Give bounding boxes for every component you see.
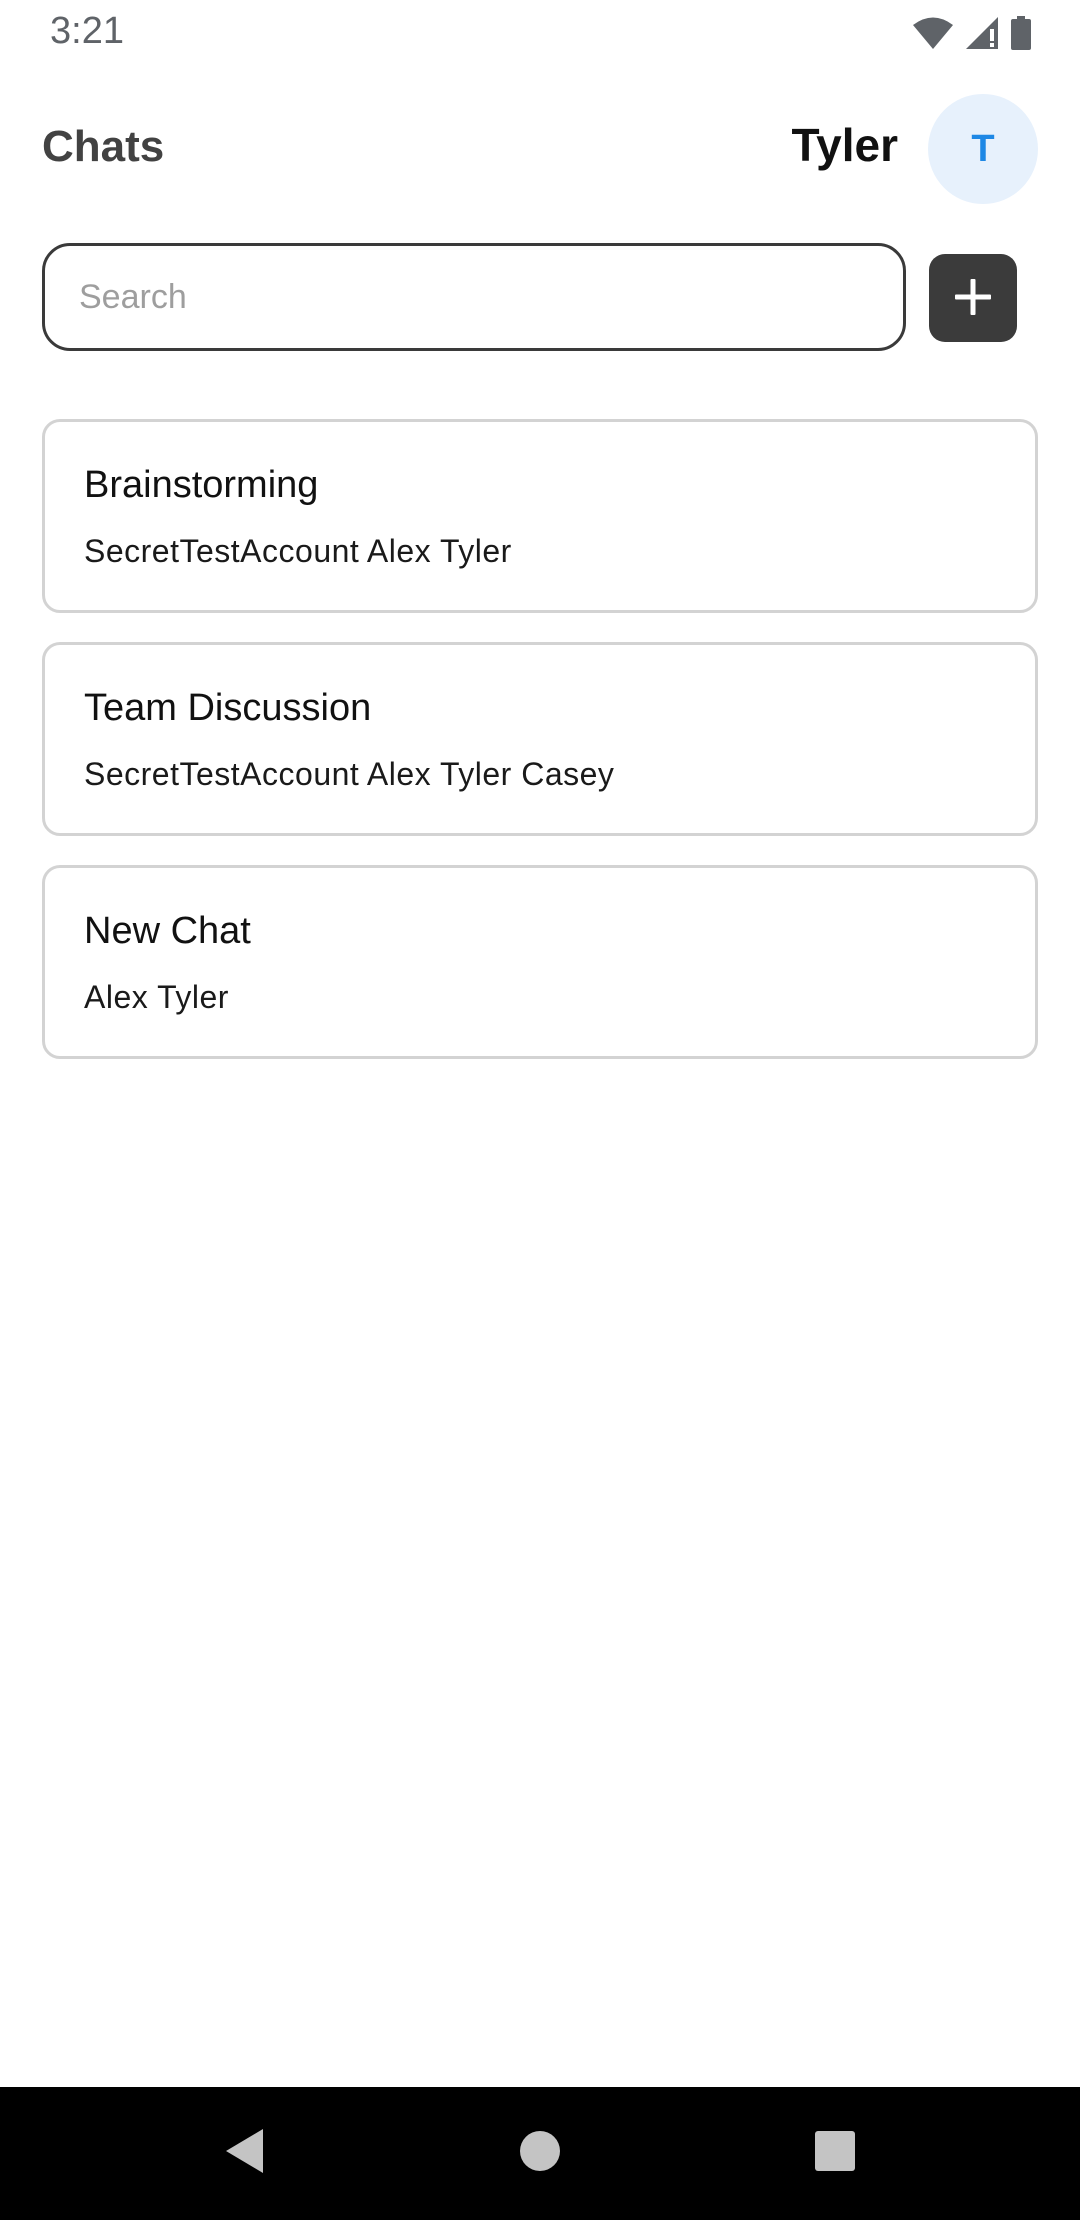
avatar-initial: T [971,127,995,170]
add-chat-button[interactable] [929,254,1017,342]
search-input[interactable] [42,243,906,351]
status-bar: 3:21 [0,0,1080,66]
avatar[interactable]: T [928,94,1038,204]
home-button[interactable] [470,2087,610,2220]
status-time: 3:21 [50,10,124,52]
battery-icon [1010,16,1032,50]
chat-item-new-chat[interactable]: New Chat Alex Tyler [42,865,1038,1059]
chats-screen: 3:21 Chats Tyler T Search Brainstorming … [0,0,1080,2220]
back-button[interactable] [175,2087,315,2220]
page-title: Chats [42,122,165,171]
header: Chats Tyler T [0,88,1080,208]
back-icon [223,2127,267,2180]
chat-title: Brainstorming [84,464,319,506]
search-row [0,243,1080,353]
chat-list: Brainstorming SecretTestAccount Alex Tyl… [42,419,1038,1059]
chat-item-brainstorming[interactable]: Brainstorming SecretTestAccount Alex Tyl… [42,419,1038,613]
chat-members: SecretTestAccount Alex Tyler Casey [84,756,615,792]
chat-members: SecretTestAccount Alex Tyler [84,533,512,569]
chat-title: New Chat [84,910,251,952]
chat-members: Alex Tyler [84,979,229,1015]
plus-icon [951,275,995,322]
status-icons [912,14,1032,52]
recents-button[interactable] [765,2087,905,2220]
chat-item-team-discussion[interactable]: Team Discussion SecretTestAccount Alex T… [42,642,1038,836]
recents-icon [814,2130,856,2177]
user-name: Tyler [791,119,898,171]
signal-icon [964,16,1000,50]
wifi-icon [912,16,954,50]
chat-title: Team Discussion [84,687,372,729]
navigation-bar [0,2087,1080,2220]
home-icon [519,2130,561,2177]
